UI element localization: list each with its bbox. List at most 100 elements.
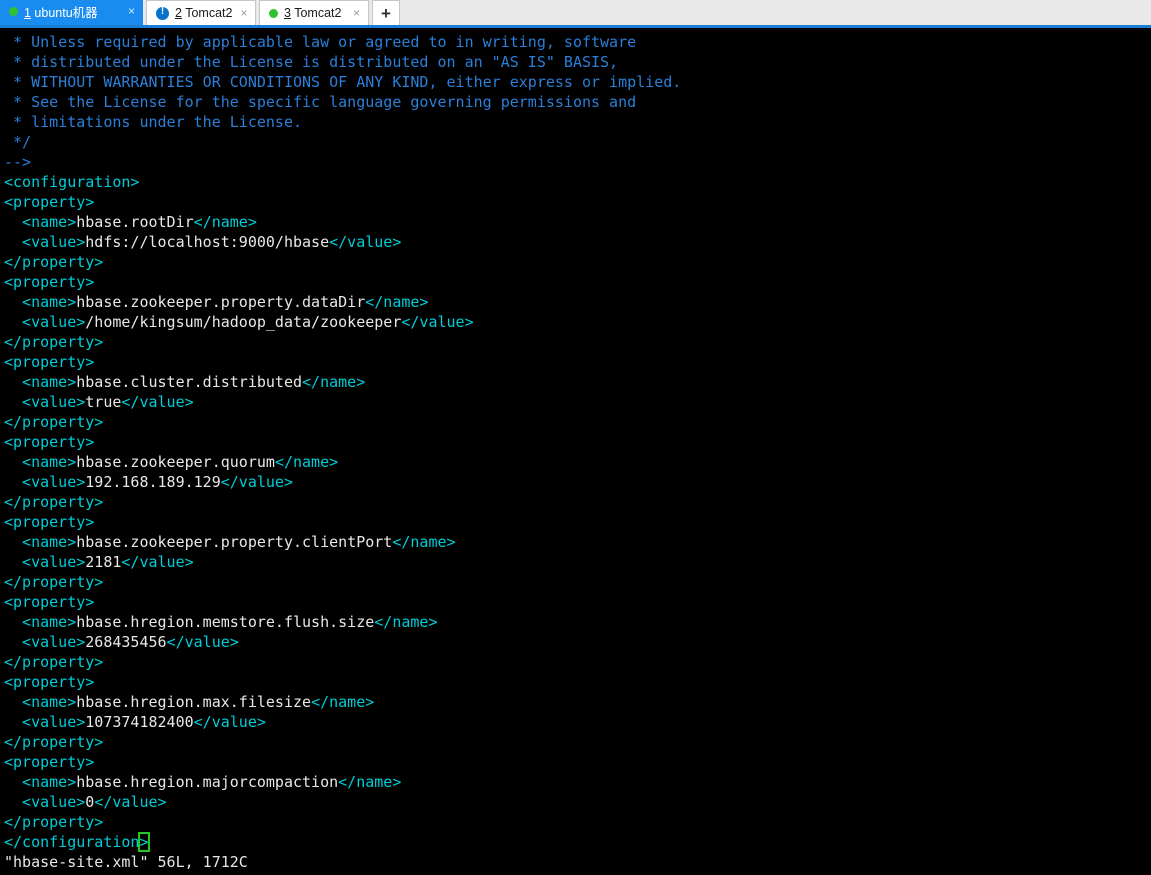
terminal-text: * limitations under the License. [4, 113, 303, 131]
tab-close-icon[interactable]: × [126, 5, 137, 17]
terminal-text: * WITHOUT WARRANTIES OR CONDITIONS OF AN… [4, 73, 682, 91]
terminal-line: </configuration> [4, 832, 1151, 852]
terminal-text: </property> [4, 733, 104, 751]
terminal-text: hbase.hregion.majorcompaction [76, 773, 339, 791]
terminal-line: <value>hdfs://localhost:9000/hbase</valu… [4, 232, 1151, 252]
terminal-text: <value> [4, 793, 86, 811]
terminal-line: <property> [4, 592, 1151, 612]
terminal-line: <property> [4, 352, 1151, 372]
terminal-text: hbase.rootDir [76, 213, 194, 231]
terminal-text: true [85, 393, 122, 411]
terminal-text: <property> [4, 193, 95, 211]
terminal-text: hbase.hregion.memstore.flush.size [76, 613, 375, 631]
terminal-line: */ [4, 132, 1151, 152]
terminal-line: </property> [4, 572, 1151, 592]
tab-close-icon[interactable]: × [238, 7, 249, 19]
terminal-line: --> [4, 152, 1151, 172]
terminal-text: </property> [4, 413, 104, 431]
terminal-line: * limitations under the License. [4, 112, 1151, 132]
terminal-line: * Unless required by applicable law or a… [4, 32, 1151, 52]
terminal-text: hbase.hregion.max.filesize [76, 693, 312, 711]
tab-index: 2 [175, 6, 182, 20]
terminal-text: <property> [4, 433, 95, 451]
terminal-text: <value> [4, 393, 86, 411]
terminal-text: 268435456 [85, 633, 167, 651]
terminal-text: 107374182400 [85, 713, 194, 731]
tab-index: 3 [284, 6, 291, 20]
terminal-text: </value> [193, 713, 266, 731]
terminal-text: hbase.zookeeper.property.clientPort [76, 533, 393, 551]
tab-index: 1 [24, 5, 31, 20]
terminal-line: <value>0</value> [4, 792, 1151, 812]
status-dot-icon [269, 8, 278, 18]
terminal-text: </name> [365, 293, 429, 311]
terminal-viewport[interactable]: * Unless required by applicable law or a… [0, 28, 1151, 875]
terminal-text: "hbase-site.xml" 56L, 1712C [4, 853, 248, 871]
terminal-line: <property> [4, 272, 1151, 292]
terminal-line: <value>/home/kingsum/hadoop_data/zookeep… [4, 312, 1151, 332]
terminal-line: <value>107374182400</value> [4, 712, 1151, 732]
terminal-text: 0 [85, 793, 95, 811]
terminal-line: <configuration> [4, 172, 1151, 192]
terminal-line: <property> [4, 672, 1151, 692]
new-tab-button[interactable]: + [372, 0, 400, 25]
tab-label: 1 ubuntu机器 [24, 5, 98, 20]
terminal-line: * See the License for the specific langu… [4, 92, 1151, 112]
terminal-text: </value> [220, 473, 293, 491]
terminal-line: </property> [4, 812, 1151, 832]
terminal-text: <name> [4, 453, 77, 471]
terminal-text: </value> [329, 233, 402, 251]
terminal-text: * See the License for the specific langu… [4, 93, 637, 111]
terminal-text: <property> [4, 673, 95, 691]
terminal-text: <value> [4, 233, 86, 251]
tab-strip: 1 ubuntu机器 × 2 Tomcat2 × 3 Tomcat2 × + [0, 0, 1151, 28]
terminal-line: <name>hbase.zookeeper.property.dataDir</… [4, 292, 1151, 312]
terminal-line: <name>hbase.rootDir</name> [4, 212, 1151, 232]
terminal-text: <property> [4, 273, 95, 291]
terminal-text: <name> [4, 693, 77, 711]
tab-label: 3 Tomcat2 [284, 6, 342, 20]
terminal-text: <configuration> [4, 173, 140, 191]
terminal-text: </property> [4, 333, 104, 351]
text-cursor: > [138, 832, 150, 852]
terminal-line: <value>192.168.189.129</value> [4, 472, 1151, 492]
tab-2[interactable]: 2 Tomcat2 × [146, 0, 256, 25]
tab-3[interactable]: 3 Tomcat2 × [259, 0, 369, 25]
terminal-text: <name> [4, 533, 77, 551]
tab-close-icon[interactable]: × [351, 7, 362, 19]
terminal-line: </property> [4, 412, 1151, 432]
terminal-text: <name> [4, 293, 77, 311]
tab-1[interactable]: 1 ubuntu机器 × [0, 0, 143, 25]
terminal-text: <name> [4, 213, 77, 231]
terminal-text: </value> [121, 553, 194, 571]
plus-icon: + [381, 3, 391, 23]
terminal-text: */ [4, 133, 32, 151]
terminal-line: <value>268435456</value> [4, 632, 1151, 652]
terminal-text: </configuration [4, 833, 140, 851]
terminal-line: <property> [4, 192, 1151, 212]
terminal-text: hbase.zookeeper.quorum [76, 453, 275, 471]
terminal-text: </name> [311, 693, 375, 711]
terminal-line: <value>2181</value> [4, 552, 1151, 572]
terminal-text: <property> [4, 353, 95, 371]
terminal-text: /home/kingsum/hadoop_data/zookeeper [85, 313, 402, 331]
terminal-text: <property> [4, 513, 95, 531]
terminal-line: <value>true</value> [4, 392, 1151, 412]
terminal-text: <property> [4, 593, 95, 611]
terminal-text: --> [4, 153, 32, 171]
terminal-text: </name> [274, 453, 339, 471]
terminal-text: hbase.cluster.distributed [76, 373, 303, 391]
terminal-line: <name>hbase.hregion.majorcompaction</nam… [4, 772, 1151, 792]
terminal-text: </property> [4, 573, 104, 591]
terminal-text: 2181 [85, 553, 122, 571]
terminal-line: <property> [4, 432, 1151, 452]
terminal-text: * distributed under the License is distr… [4, 53, 619, 71]
terminal-text: </value> [166, 633, 239, 651]
terminal-line: <name>hbase.hregion.memstore.flush.size<… [4, 612, 1151, 632]
terminal-line: <property> [4, 512, 1151, 532]
terminal-text: <property> [4, 753, 95, 771]
terminal-text: <value> [4, 633, 86, 651]
terminal-text: <name> [4, 613, 77, 631]
terminal-text: <value> [4, 313, 86, 331]
status-dot-icon [9, 6, 18, 16]
